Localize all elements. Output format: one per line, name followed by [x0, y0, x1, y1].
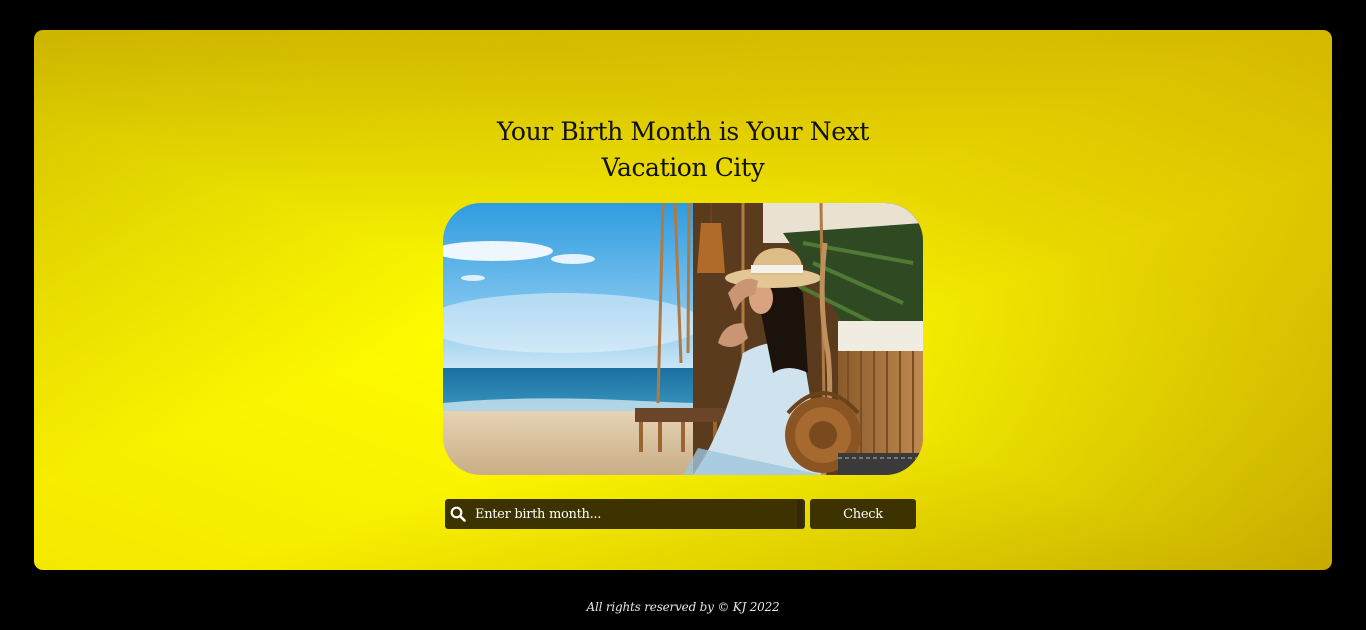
page-title-line-1: Your Birth Month is Your Next — [496, 117, 869, 146]
page-title-line-2: Vacation City — [601, 153, 765, 182]
footer-copyright: All rights reserved by © KJ 2022 — [586, 600, 780, 614]
birth-month-search-form — [445, 499, 805, 529]
birth-month-input[interactable] — [471, 500, 797, 528]
main-card: Your Birth Month is Your Next Vacation C… — [34, 30, 1332, 570]
page-title: Your Birth Month is Your Next Vacation C… — [34, 114, 1332, 186]
input-divider — [797, 500, 803, 528]
search-icon — [445, 499, 471, 529]
hero-image — [443, 203, 923, 475]
check-button[interactable]: Check — [810, 499, 916, 529]
